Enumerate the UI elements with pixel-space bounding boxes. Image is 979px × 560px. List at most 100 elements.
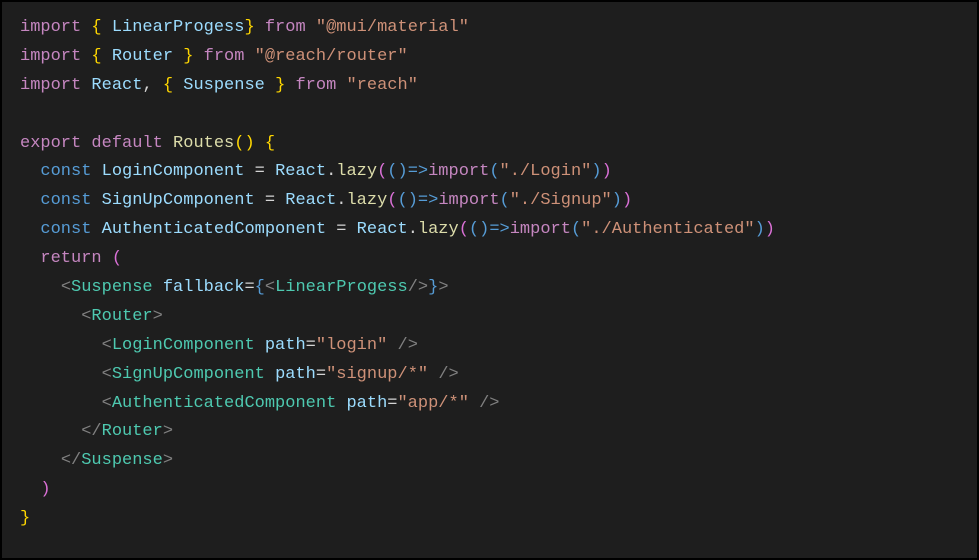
code-token: "./Signup" <box>510 191 612 210</box>
code-token: /> <box>398 336 418 355</box>
code-token: default <box>91 134 162 153</box>
code-token: import <box>20 76 81 95</box>
code-token: "signup/*" <box>326 365 428 384</box>
code-token: > <box>163 422 173 441</box>
code-token <box>244 47 254 66</box>
code-token <box>336 76 346 95</box>
code-token: AuthenticatedComponent <box>112 394 336 413</box>
code-token <box>102 47 112 66</box>
code-token <box>285 76 295 95</box>
code-token: import <box>20 18 81 37</box>
code-token: . <box>336 191 346 210</box>
code-token: { <box>255 278 265 297</box>
code-token: } <box>244 18 254 37</box>
code-line[interactable]: const LoginComponent = React.lazy(()=>im… <box>20 158 959 187</box>
code-token: return <box>40 249 101 268</box>
code-token: < <box>102 365 112 384</box>
code-line[interactable]: const SignUpComponent = React.lazy(()=>i… <box>20 187 959 216</box>
code-token <box>20 220 40 239</box>
code-line[interactable]: ) <box>20 476 959 505</box>
code-token: from <box>204 47 245 66</box>
code-token: lazy <box>346 191 387 210</box>
code-token <box>173 47 183 66</box>
code-token: . <box>408 220 418 239</box>
code-token: import <box>438 191 499 210</box>
code-token <box>81 18 91 37</box>
code-token: } <box>20 509 30 528</box>
code-token <box>91 191 101 210</box>
code-token <box>20 249 40 268</box>
code-token: "app/*" <box>397 394 468 413</box>
code-token <box>153 278 163 297</box>
code-token: = <box>326 220 357 239</box>
code-token <box>20 307 81 326</box>
code-token: fallback <box>163 278 245 297</box>
code-token <box>20 191 40 210</box>
code-line[interactable]: </Router> <box>20 418 959 447</box>
code-token: ( <box>377 162 387 181</box>
code-token: < <box>102 394 112 413</box>
code-token <box>173 76 183 95</box>
code-token: { <box>91 18 101 37</box>
code-token: import <box>510 220 571 239</box>
code-token: => <box>408 162 428 181</box>
code-token: Router <box>102 422 163 441</box>
code-token <box>336 394 346 413</box>
code-line[interactable]: <SignUpComponent path="signup/*" /> <box>20 361 959 390</box>
code-line[interactable]: </Suspense> <box>20 447 959 476</box>
code-line[interactable]: export default Routes() { <box>20 130 959 159</box>
code-token: ) <box>622 191 632 210</box>
code-token: > <box>153 307 163 326</box>
code-token: ) <box>755 220 765 239</box>
code-token: < <box>61 278 71 297</box>
code-token: < <box>81 307 91 326</box>
code-token: React <box>285 191 336 210</box>
code-token <box>20 480 40 499</box>
code-line[interactable] <box>20 101 959 130</box>
code-token: ) <box>40 480 50 499</box>
code-token <box>20 394 102 413</box>
code-token <box>469 394 479 413</box>
code-token: ) <box>612 191 622 210</box>
code-token: AuthenticatedComponent <box>102 220 326 239</box>
code-token <box>20 422 81 441</box>
code-token: "@reach/router" <box>255 47 408 66</box>
code-token: > <box>163 451 173 470</box>
code-line[interactable]: import { LinearProgess} from "@mui/mater… <box>20 14 959 43</box>
code-token: LoginComponent <box>112 336 255 355</box>
code-line[interactable]: const AuthenticatedComponent = React.laz… <box>20 216 959 245</box>
code-token: import <box>428 162 489 181</box>
code-line[interactable]: } <box>20 505 959 534</box>
code-token: { <box>163 76 173 95</box>
code-token: Router <box>112 47 173 66</box>
code-token: } <box>275 76 285 95</box>
code-token: path <box>265 336 306 355</box>
code-editor[interactable]: import { LinearProgess} from "@mui/mater… <box>2 2 977 546</box>
code-token: LinearProgess <box>112 18 245 37</box>
code-token: => <box>489 220 509 239</box>
code-line[interactable]: import React, { Suspense } from "reach" <box>20 72 959 101</box>
code-token <box>428 365 438 384</box>
code-token: Suspense <box>71 278 153 297</box>
code-line[interactable]: import { Router } from "@reach/router" <box>20 43 959 72</box>
code-token: = <box>244 278 254 297</box>
code-token: ( <box>571 220 581 239</box>
code-token: > <box>438 278 448 297</box>
code-token: ( <box>489 162 499 181</box>
code-token <box>255 18 265 37</box>
code-token <box>163 134 173 153</box>
code-token <box>102 249 112 268</box>
code-line[interactable]: <Router> <box>20 303 959 332</box>
code-token <box>102 18 112 37</box>
code-token: Router <box>91 307 152 326</box>
code-line[interactable]: <LoginComponent path="login" /> <box>20 332 959 361</box>
code-token: = <box>387 394 397 413</box>
code-token: "./Login" <box>500 162 592 181</box>
code-line[interactable]: <Suspense fallback={<LinearProgess/>}> <box>20 274 959 303</box>
code-token: lazy <box>336 162 377 181</box>
code-token: LoginComponent <box>102 162 245 181</box>
code-token: () <box>398 191 418 210</box>
code-line[interactable]: return ( <box>20 245 959 274</box>
code-line[interactable]: <AuthenticatedComponent path="app/*" /> <box>20 390 959 419</box>
code-token: } <box>183 47 193 66</box>
